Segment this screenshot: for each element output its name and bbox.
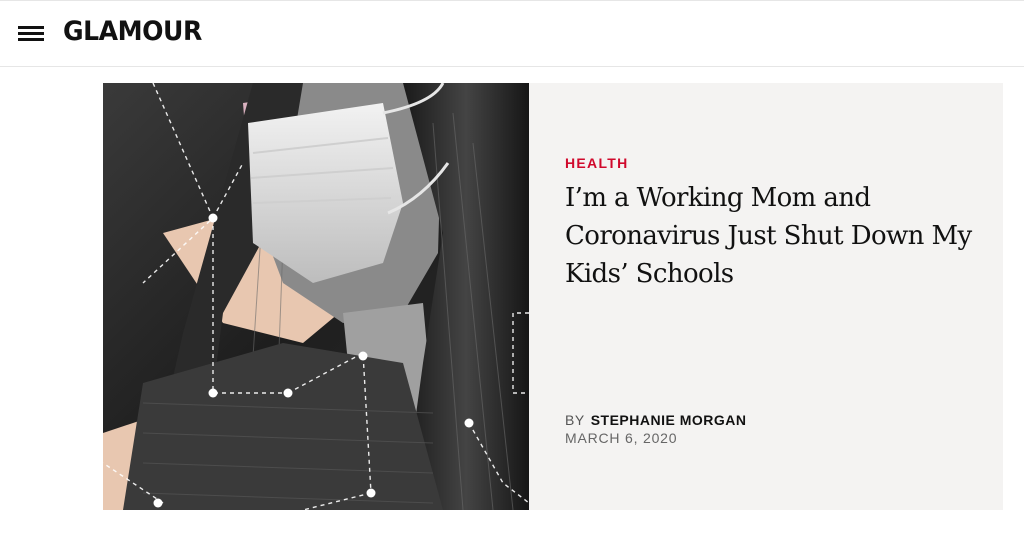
article-image[interactable] — [103, 83, 529, 510]
site-header: GLAMOUR — [0, 0, 1024, 67]
author-link[interactable]: STEPHANIE MORGAN — [591, 412, 747, 428]
article-card: HEALTH I’m a Working Mom and Coronavirus… — [103, 83, 1003, 510]
menu-bar — [18, 32, 44, 35]
menu-bar — [18, 26, 44, 29]
hamburger-menu-icon[interactable] — [16, 22, 46, 44]
menu-bar — [18, 38, 44, 41]
header-top-border — [0, 0, 1024, 1]
publish-date: MARCH 6, 2020 — [565, 430, 678, 446]
byline: BY STEPHANIE MORGAN — [565, 412, 746, 428]
article-summary: HEALTH I’m a Working Mom and Coronavirus… — [529, 83, 1003, 510]
collage-illustration — [103, 83, 529, 510]
article-headline[interactable]: I’m a Working Mom and Coronavirus Just S… — [565, 179, 985, 293]
site-logo[interactable]: GLAMOUR — [63, 14, 202, 50]
category-label[interactable]: HEALTH — [565, 155, 629, 171]
byline-prefix: BY — [565, 412, 585, 428]
